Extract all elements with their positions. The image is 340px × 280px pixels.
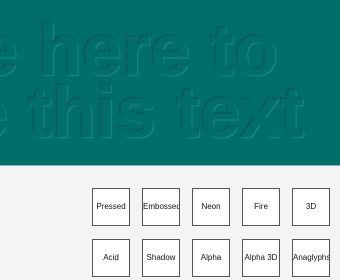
alpha-3d-effect-button[interactable]: Alpha 3D <box>242 239 280 277</box>
alpha-3d-effect-label: Alpha 3D <box>244 253 278 262</box>
pressed-effect-label: Pressed <box>96 202 126 211</box>
alpha-effect-label: Alpha <box>200 253 222 262</box>
acid-effect-label: Acid <box>103 253 119 262</box>
3d-effect-button[interactable]: 3D <box>292 188 330 226</box>
anaglyphs-effect-button[interactable]: Anaglyphs <box>292 239 330 277</box>
embossed-effect-label: Embossed <box>143 202 180 211</box>
fire-effect-label: Fire <box>254 202 268 211</box>
alpha-effect-button[interactable]: Alpha <box>192 239 230 277</box>
pressed-effect-button[interactable]: Pressed <box>92 188 130 226</box>
text-preview-area[interactable]: e here to e this text <box>0 0 340 165</box>
effect-button-grid: Pressed Embossed Neon Fire 3D Acid Shado… <box>0 166 340 280</box>
neon-effect-button[interactable]: Neon <box>192 188 230 226</box>
shadow-effect-button[interactable]: Shadow <box>142 239 180 277</box>
preview-text-line-2: e this text <box>0 73 305 153</box>
anaglyphs-effect-label: Anaglyphs <box>293 253 330 262</box>
neon-effect-label: Neon <box>201 202 221 211</box>
fire-effect-button[interactable]: Fire <box>242 188 280 226</box>
shadow-effect-label: Shadow <box>146 253 176 262</box>
3d-effect-label: 3D <box>305 202 317 211</box>
acid-effect-button[interactable]: Acid <box>92 239 130 277</box>
embossed-effect-button[interactable]: Embossed <box>142 188 180 226</box>
